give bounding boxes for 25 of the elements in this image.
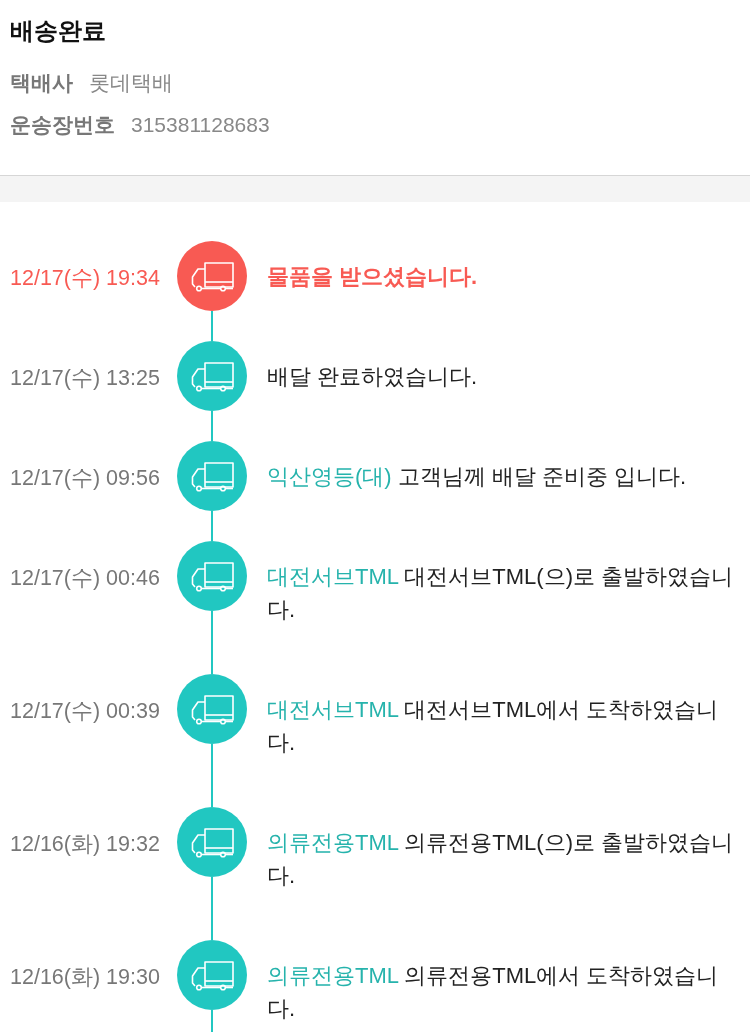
- event-message: 의류전용TML 의류전용TML(으)로 출발하였습니다.: [267, 829, 735, 890]
- event-time: 12/17(수) 00:39: [10, 699, 160, 723]
- timeline-connector: [211, 744, 213, 807]
- field-label: 운송장번호: [10, 112, 115, 138]
- event-time: 12/17(수) 09:56: [10, 466, 160, 490]
- field-label: 택배사: [10, 70, 73, 96]
- event-message: 대전서브TML 대전서브TML에서 도착하였습니다.: [267, 696, 720, 757]
- event-time: 12/16(화) 19:30: [10, 965, 160, 989]
- timeline-connector: [211, 411, 213, 441]
- event-message: 대전서브TML 대전서브TML(으)로 출발하였습니다.: [267, 563, 735, 624]
- timeline-connector: [211, 311, 213, 341]
- page-title: 배송완료: [10, 16, 107, 46]
- event-time: 12/17(수) 00:46: [10, 566, 160, 590]
- event-message: 익산영등(대) 고객님께 배달 준비중 입니다.: [267, 463, 688, 491]
- field-value: 315381128683: [131, 113, 270, 137]
- event-time: 12/17(수) 13:25: [10, 366, 160, 390]
- timeline-connector: [211, 511, 213, 541]
- event-time: 12/17(수) 19:34: [10, 266, 160, 290]
- timeline-connector: [211, 877, 213, 940]
- field-value: 롯데택배: [89, 70, 173, 96]
- event-message: 의류전용TML 의류전용TML에서 도착하였습니다.: [267, 962, 720, 1023]
- timeline-connector: [211, 611, 213, 674]
- event-message: 물품을 받으셨습니다.: [267, 263, 479, 291]
- event-time: 12/16(화) 19:32: [10, 832, 160, 856]
- event-message: 배달 완료하였습니다.: [267, 363, 479, 391]
